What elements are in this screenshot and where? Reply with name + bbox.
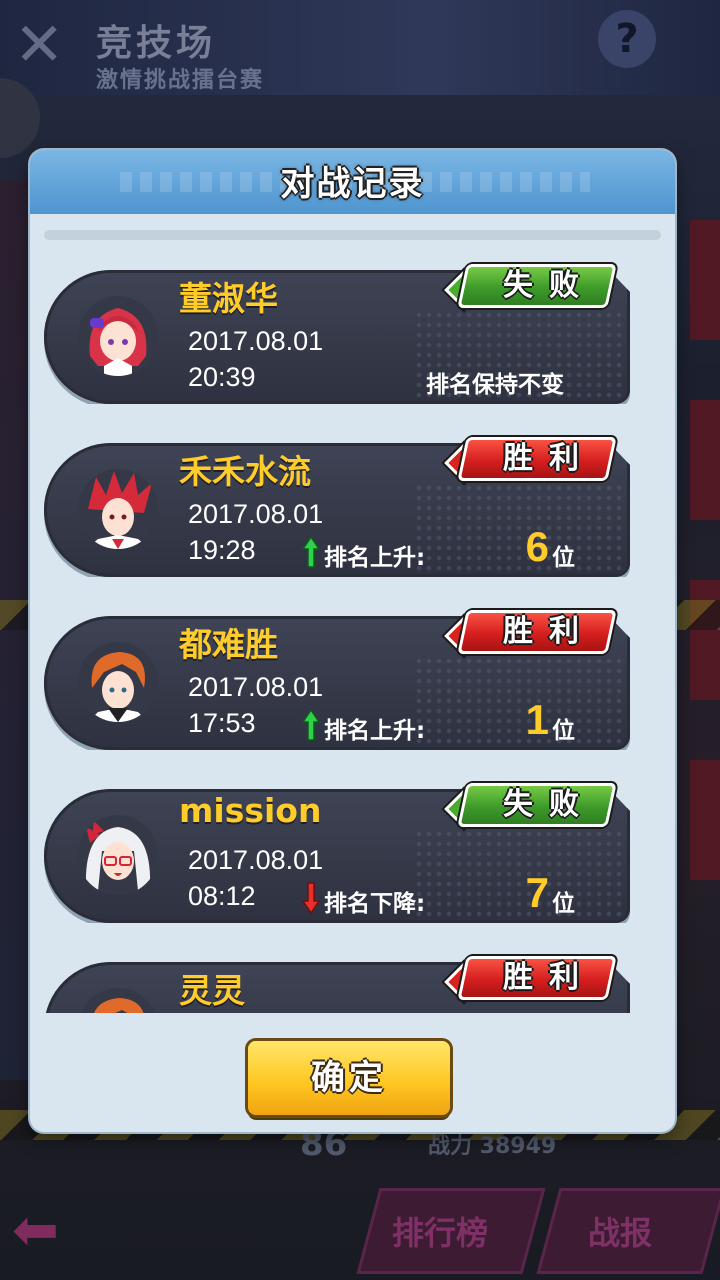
rank-unit: 位 (552, 718, 575, 744)
red-hair-girl-avatar (78, 296, 158, 376)
opponent-name: 灵灵 (179, 971, 245, 1010)
record-item[interactable]: mission 2017.08.01 08:12 排名下降: 7 位 失败 (44, 783, 630, 923)
record-date: 2017.08.01 (188, 499, 324, 529)
rank-status-text: 排名保持不变 (426, 372, 564, 398)
record-time: 20:39 (188, 362, 256, 392)
result-label: 胜利 (503, 441, 595, 476)
dialog-header: 对战记录 (30, 150, 675, 214)
spiky-red-hair-boy-avatar (78, 469, 158, 549)
record-time: 08:12 (188, 881, 256, 911)
rank-change-value: 6 (525, 523, 549, 570)
opponent-name: 禾禾水流 (179, 452, 311, 491)
record-date: 2017.08.01 (188, 326, 324, 356)
confirm-button-label: 确定 (311, 1058, 387, 1098)
record-list[interactable]: 董淑华 2017.08.01 20:39 排名保持不变 失败 禾禾水流 2017… (30, 245, 675, 1013)
rank-unit: 位 (552, 891, 575, 917)
rank-unit: 位 (552, 545, 575, 571)
record-item[interactable]: 禾禾水流 2017.08.01 19:28 排名上升: 6 位 胜利 (44, 437, 630, 577)
opponent-name: mission (179, 791, 322, 830)
record-item[interactable]: 都难胜 2017.08.01 17:53 排名上升: 1 位 胜利 (44, 610, 630, 750)
battle-record-dialog: 对战记录 董淑华 2017.08.01 20:39 排名保持不变 失败 禾禾水流… (30, 150, 675, 1132)
opponent-name: 董淑华 (179, 279, 278, 318)
rank-change-label: 排名上升: (324, 718, 426, 744)
rank-up-arrow-icon (302, 708, 320, 741)
result-label: 失败 (503, 787, 595, 822)
opponent-name: 都难胜 (179, 625, 278, 664)
record-item[interactable]: 董淑华 2017.08.01 20:39 排名保持不变 失败 (44, 264, 630, 404)
rank-change-label: 排名下降: (324, 891, 426, 917)
record-date: 2017.08.01 (188, 845, 324, 875)
orange-hair-boy-avatar (78, 642, 158, 722)
record-time: 17:53 (188, 708, 256, 738)
result-label: 胜利 (503, 960, 595, 995)
white-hair-glasses-girl-avatar (78, 815, 158, 895)
result-label: 胜利 (503, 614, 595, 649)
result-label: 失败 (503, 268, 595, 303)
record-time: 19:28 (188, 535, 256, 565)
rank-change-label: 排名上升: (324, 545, 426, 571)
rank-change-value: 7 (525, 869, 549, 916)
rank-up-arrow-icon (302, 535, 320, 568)
rank-down-arrow-icon (302, 882, 320, 915)
confirm-button[interactable]: 确定 (248, 1041, 450, 1115)
rank-change-value: 1 (525, 696, 549, 743)
header-divider (44, 230, 661, 240)
record-item[interactable]: 灵灵 胜利 (44, 956, 630, 1013)
dialog-title: 对战记录 (280, 164, 425, 204)
record-date: 2017.08.01 (188, 672, 324, 702)
